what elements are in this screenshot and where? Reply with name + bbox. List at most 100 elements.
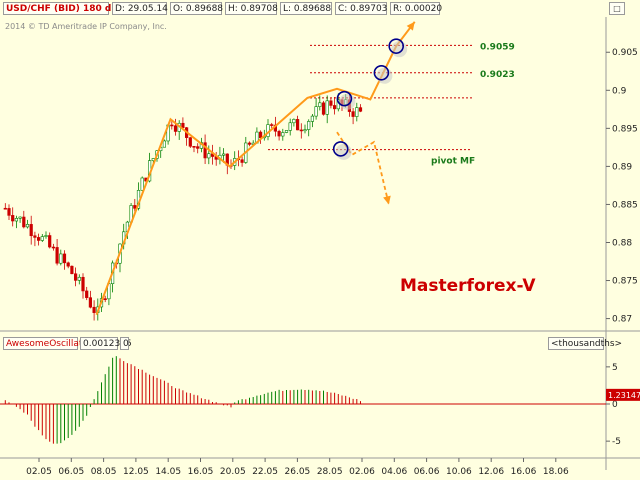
candle-body	[247, 142, 252, 145]
candle-body	[133, 205, 137, 209]
candle-body	[277, 130, 281, 137]
candle-body	[321, 102, 326, 115]
candle-body	[310, 115, 315, 122]
candle-body	[295, 119, 300, 131]
circle-shadow	[335, 143, 352, 160]
zigzag-line	[95, 21, 416, 316]
candle-body	[258, 131, 263, 139]
candle-body	[92, 306, 96, 313]
osc-last-value-label: 1.23147	[608, 391, 640, 400]
candle-body	[288, 122, 292, 131]
candle-body	[74, 273, 78, 281]
candle-body	[329, 100, 333, 106]
price-tick-label: 0.88	[612, 238, 632, 248]
candle-body	[77, 276, 81, 281]
circle-shadow	[376, 67, 393, 84]
chart-canvas[interactable]: 0.905 0.9 0.895 0.89 0.885 0.88 0.875 0.87 02.05…	[0, 0, 640, 480]
candle-body	[33, 235, 37, 238]
candle-body	[48, 235, 52, 248]
candle-body	[307, 121, 311, 130]
oscillator-extra: 0	[120, 337, 129, 350]
time-tick-label: 02.06	[349, 467, 375, 477]
time-tick-label: 20.05	[220, 467, 246, 477]
candle-body	[25, 224, 30, 228]
candle-body	[162, 140, 167, 148]
time-tick-label: 18.06	[543, 467, 569, 477]
candle-body	[51, 246, 55, 249]
candle-body	[88, 297, 92, 308]
candle-body	[59, 253, 63, 264]
candle-body	[355, 107, 359, 117]
time-tick-label: 02.05	[26, 467, 52, 477]
candle-body	[303, 129, 307, 132]
candle-body	[29, 224, 33, 237]
level-label: 0.9023	[480, 70, 515, 80]
time-tick-label: 10.06	[446, 467, 472, 477]
chart-window: USD/CHF (BID) 180 d 4h D: 29.05.14 20:00…	[0, 0, 640, 480]
candle-body	[140, 177, 144, 191]
price-tick-label: 0.89	[612, 162, 632, 172]
candle-body	[292, 119, 296, 124]
osc-tick-label: -5	[612, 437, 621, 447]
candle-body	[40, 236, 44, 241]
time-tick-label: 22.05	[252, 467, 278, 477]
time-tick-label: 08.05	[91, 467, 117, 477]
candle-body	[181, 122, 185, 128]
time-tick-label: 28.05	[317, 467, 343, 477]
candle-body	[11, 215, 15, 222]
oscillator-units: <thousandths>	[548, 337, 622, 350]
candle-body	[270, 124, 274, 126]
candle-body	[14, 217, 19, 222]
time-tick-label: 06.06	[414, 467, 440, 477]
candle-body	[299, 129, 303, 132]
time-tick-label: 04.06	[381, 467, 407, 477]
candle-body	[62, 253, 67, 264]
time-tick-label: 12.05	[123, 467, 149, 477]
candle-body	[196, 146, 200, 149]
time-tick-label: 16.06	[511, 467, 537, 477]
level-label: 0.9059	[480, 42, 515, 52]
candle-body	[85, 290, 89, 298]
candle-body	[351, 111, 355, 117]
price-tick-label: 0.9	[612, 86, 627, 96]
candle-body	[7, 208, 11, 216]
projection-arrowhead	[383, 195, 391, 205]
candle-body	[18, 216, 22, 219]
time-tick-label: 16.05	[188, 467, 214, 477]
candle-body	[70, 265, 74, 275]
time-tick-label: 14.05	[155, 467, 181, 477]
candle-body	[22, 216, 26, 228]
oscillator-value: 0.0012315	[80, 337, 132, 350]
candle-body	[318, 102, 322, 107]
candle-body	[36, 237, 41, 241]
candle-body	[192, 146, 196, 148]
price-tick-label: 0.875	[612, 277, 638, 287]
candle-body	[240, 159, 244, 163]
price-tick-label: 0.905	[612, 48, 638, 58]
candle-body	[284, 130, 289, 133]
candle-body	[188, 137, 192, 147]
candle-body	[325, 100, 329, 115]
osc-tick-label: 5	[612, 363, 618, 373]
pivot-label: pivot MF	[431, 157, 475, 167]
candle-body	[207, 153, 211, 159]
candle-body	[173, 125, 178, 132]
circle-shadow	[339, 93, 356, 110]
time-tick-label: 06.05	[58, 467, 84, 477]
candle-body	[55, 247, 59, 264]
candle-body	[281, 132, 285, 137]
candle-body	[81, 276, 85, 292]
candle-body	[66, 262, 70, 267]
oscillator-name[interactable]: AwesomeOscillator	[3, 337, 92, 350]
candle-body	[103, 298, 107, 300]
time-tick-label: 12.06	[478, 467, 504, 477]
candle-body	[170, 124, 174, 127]
circle-shadow	[391, 41, 408, 58]
price-tick-label: 0.885	[612, 200, 638, 210]
price-tick-label: 0.895	[612, 124, 638, 134]
candle-body	[222, 153, 226, 156]
price-tick-label: 0.87	[612, 315, 632, 325]
candle-body	[332, 105, 337, 110]
osc-tick-label: 0	[612, 400, 618, 410]
candle-body	[3, 207, 7, 210]
